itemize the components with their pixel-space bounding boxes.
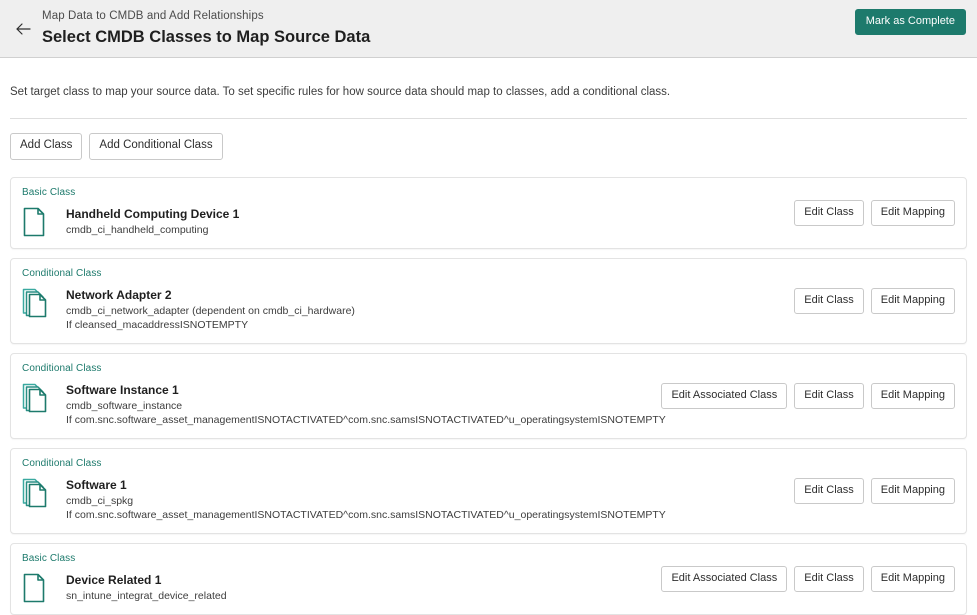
mark-as-complete-button[interactable]: Mark as Complete — [855, 9, 966, 35]
class-kind-label: Conditional Class — [22, 363, 955, 375]
main-content: Set target class to map your source data… — [0, 58, 977, 615]
back-button[interactable] — [4, 0, 42, 57]
class-card-actions: Edit Class Edit Mapping — [794, 200, 955, 226]
page-title: Select CMDB Classes to Map Source Data — [42, 26, 370, 48]
class-card: Basic ClassDevice Related 1sn_intune_int… — [10, 543, 967, 615]
page-header: Map Data to CMDB and Add Relationships S… — [0, 0, 977, 58]
class-card: Conditional ClassNetwork Adapter 2cmdb_c… — [10, 258, 967, 344]
arrow-left-icon — [14, 21, 32, 37]
class-condition: If com.snc.software_asset_managementISNO… — [66, 413, 955, 427]
edit-mapping-button[interactable]: Edit Mapping — [871, 383, 955, 409]
class-card-actions: Edit Class Edit Mapping — [794, 288, 955, 314]
documents-stack-icon — [22, 287, 56, 318]
breadcrumb: Map Data to CMDB and Add Relationships — [42, 9, 370, 24]
class-card-actions: Edit Associated Class Edit Class Edit Mapp… — [661, 566, 955, 592]
documents-stack-icon — [22, 382, 56, 413]
class-kind-label: Conditional Class — [22, 268, 955, 280]
class-kind-label: Conditional Class — [22, 458, 955, 470]
class-condition: If com.snc.software_asset_managementISNO… — [66, 508, 955, 522]
action-bar: Add Class Add Conditional Class — [10, 119, 967, 160]
class-kind-label: Basic Class — [22, 187, 955, 199]
edit-mapping-button[interactable]: Edit Mapping — [871, 200, 955, 226]
edit-class-button[interactable]: Edit Class — [794, 288, 864, 314]
edit-mapping-button[interactable]: Edit Mapping — [871, 288, 955, 314]
edit-associated-class-button[interactable]: Edit Associated Class — [661, 383, 787, 409]
edit-mapping-button[interactable]: Edit Mapping — [871, 566, 955, 592]
class-card: Conditional ClassSoftware Instance 1cmdb… — [10, 353, 967, 439]
edit-associated-class-button[interactable]: Edit Associated Class — [661, 566, 787, 592]
header-text-group: Map Data to CMDB and Add Relationships S… — [42, 9, 370, 48]
class-card: Conditional ClassSoftware 1cmdb_ci_spkgI… — [10, 448, 967, 534]
edit-class-button[interactable]: Edit Class — [794, 200, 864, 226]
edit-class-button[interactable]: Edit Class — [794, 566, 864, 592]
class-card-actions: Edit Associated Class Edit Class Edit Mapp… — [661, 383, 955, 409]
class-card-list: Basic ClassHandheld Computing Device 1cm… — [10, 177, 967, 615]
intro-text: Set target class to map your source data… — [10, 58, 967, 100]
add-conditional-class-button[interactable]: Add Conditional Class — [89, 133, 222, 160]
document-icon — [22, 206, 56, 237]
edit-class-button[interactable]: Edit Class — [794, 383, 864, 409]
documents-stack-icon — [22, 477, 56, 508]
class-card: Basic ClassHandheld Computing Device 1cm… — [10, 177, 967, 249]
edit-class-button[interactable]: Edit Class — [794, 478, 864, 504]
add-class-button[interactable]: Add Class — [10, 133, 82, 160]
class-kind-label: Basic Class — [22, 553, 955, 565]
document-icon — [22, 572, 56, 603]
class-condition: If cleansed_macaddressISNOTEMPTY — [66, 318, 955, 332]
class-card-actions: Edit Class Edit Mapping — [794, 478, 955, 504]
edit-mapping-button[interactable]: Edit Mapping — [871, 478, 955, 504]
